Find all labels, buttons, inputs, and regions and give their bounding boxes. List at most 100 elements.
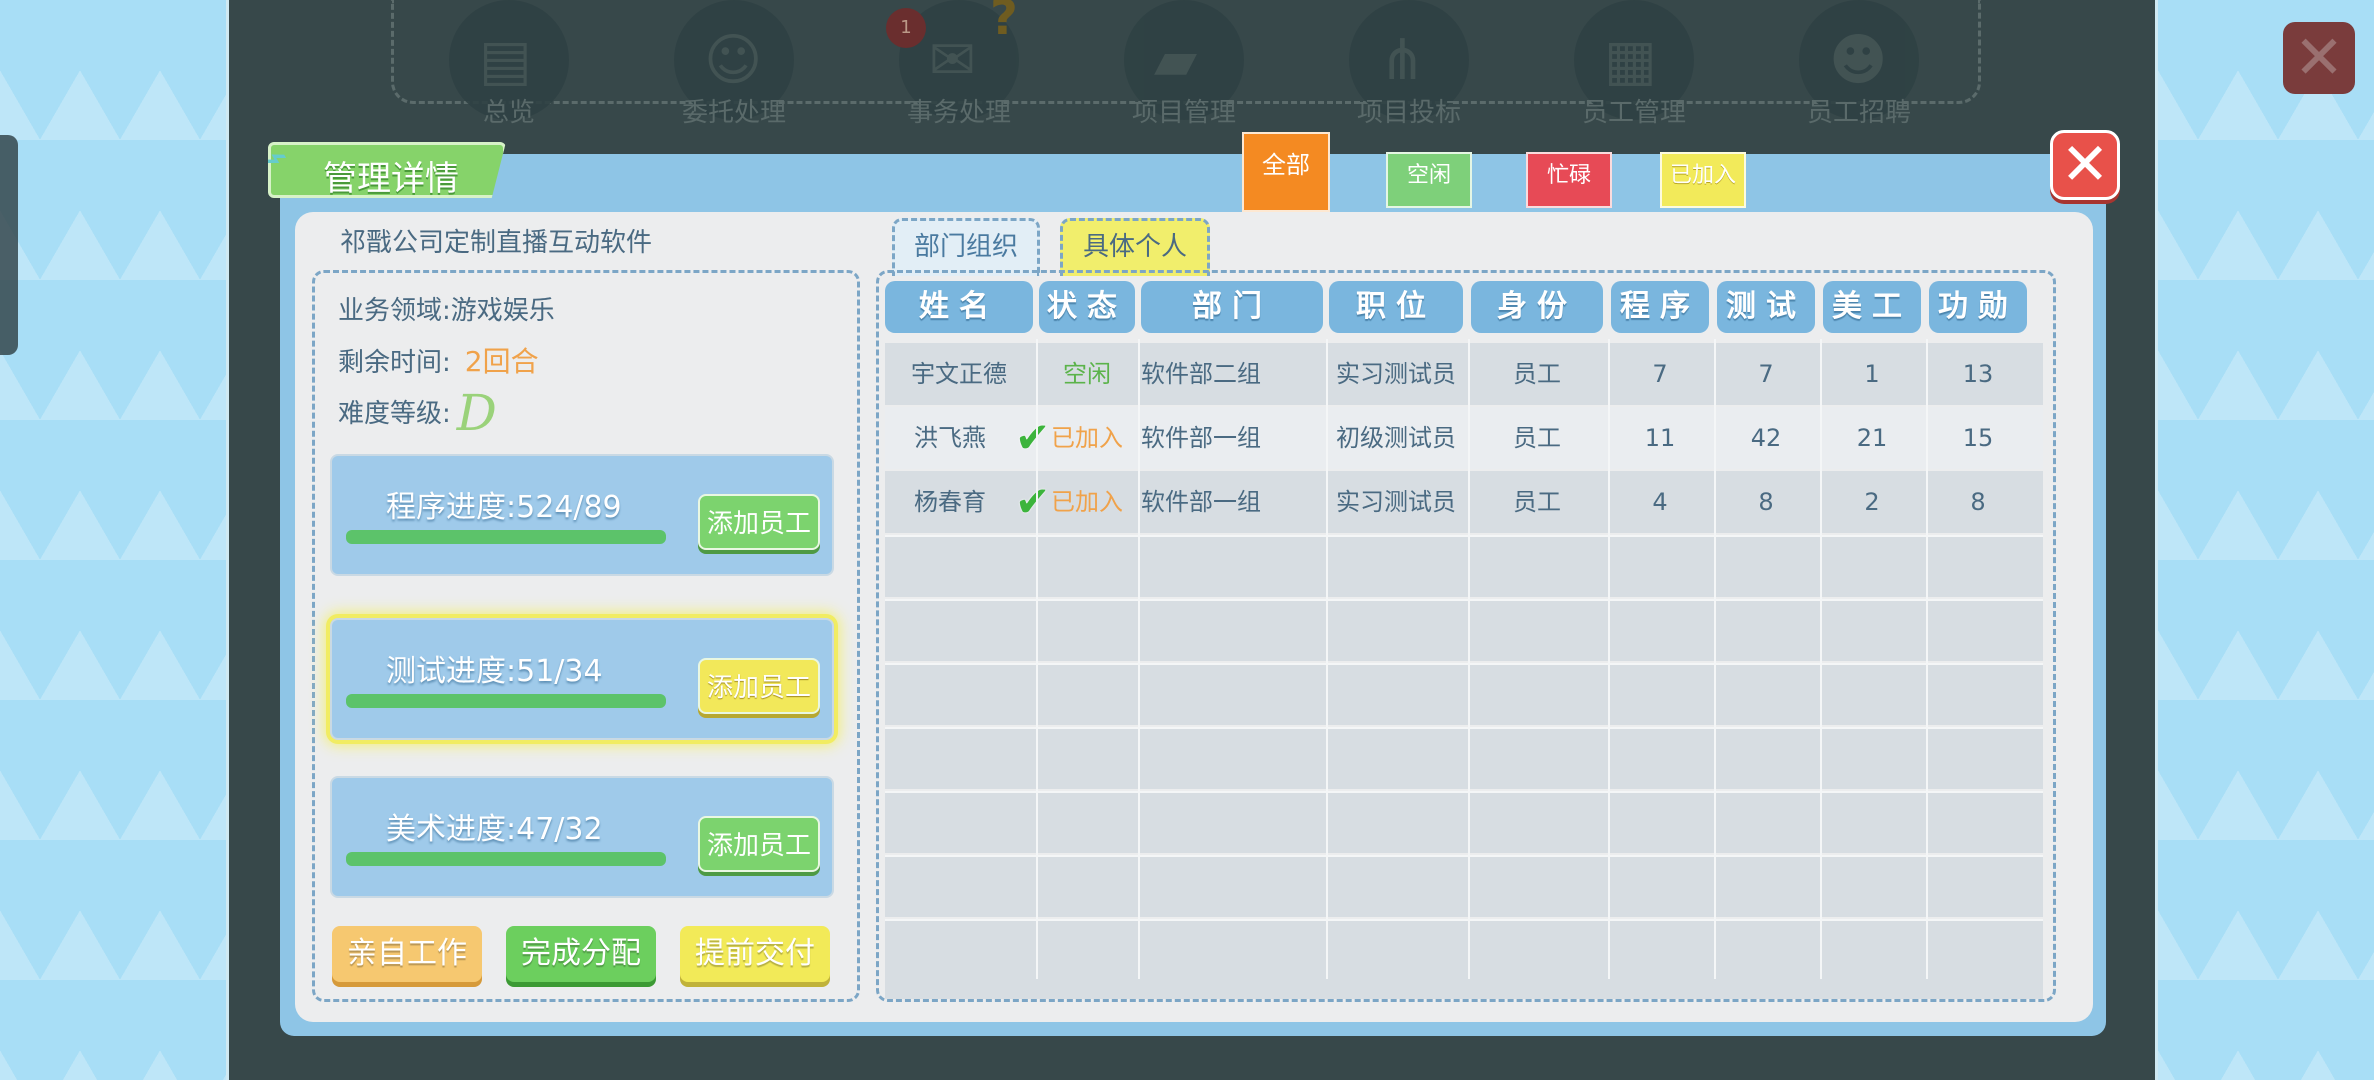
test-progress-label: 测试进度:51/34 bbox=[386, 654, 603, 689]
column-divider bbox=[1608, 339, 1610, 979]
cell-position: 初级测试员 bbox=[1336, 424, 1456, 452]
art-progress-label: 美术进度:47/32 bbox=[386, 812, 603, 847]
progress-fill bbox=[346, 530, 666, 544]
time-label: 剩余时间: bbox=[338, 348, 451, 378]
panel-title: 管理详情 bbox=[323, 159, 459, 199]
add-staff-program-button[interactable]: 添加员工 bbox=[698, 494, 820, 550]
cell-art: 2 bbox=[1864, 488, 1880, 516]
header-name: 姓名 bbox=[885, 281, 1033, 333]
header-art: 美工 bbox=[1823, 281, 1921, 333]
cell-merit: 8 bbox=[1970, 488, 1986, 516]
cell-dept: 软件部一组 bbox=[1141, 424, 1261, 452]
add-staff-art-button[interactable]: 添加员工 bbox=[698, 816, 820, 872]
empty-row bbox=[885, 919, 2043, 999]
table-row[interactable]: 洪飞燕 ✔ 已加入 软件部一组 初级测试员 员工 11 42 21 15 bbox=[885, 407, 2043, 469]
filter-joined[interactable]: 已加入 bbox=[1660, 152, 1746, 208]
grade-value: D bbox=[456, 384, 497, 442]
table-row[interactable]: 宇文正德 空闲 软件部二组 实习测试员 员工 7 7 1 13 bbox=[885, 343, 2043, 405]
nav-label: 总览 bbox=[482, 98, 535, 128]
test-progress-card: 测试进度:51/34 添加员工 bbox=[330, 618, 834, 740]
nav-overview[interactable]: ▤ 总览 bbox=[444, 0, 574, 128]
table-row[interactable]: 杨春育 ✔ 已加入 软件部一组 实习测试员 员工 4 8 2 8 bbox=[885, 471, 2043, 533]
header-position: 职位 bbox=[1329, 281, 1463, 333]
progress-fill bbox=[346, 852, 666, 866]
nav-project-management[interactable]: ▰ 项目管理 bbox=[1119, 0, 1249, 128]
top-nav: ▤ 总览 ☺ 委托处理 ✉ 事务处理 ▰ 项目管理 ⋔ 项目投标 ▦ 员工管理 … bbox=[391, 0, 1981, 128]
cell-status: 已加入 bbox=[1051, 488, 1123, 516]
filter-idle[interactable]: 空闲 bbox=[1386, 152, 1472, 208]
empty-row bbox=[885, 727, 2043, 789]
nav-bidding[interactable]: ⋔ 项目投标 bbox=[1344, 0, 1474, 128]
cell-program: 4 bbox=[1652, 488, 1668, 516]
grade-label: 难度等级: bbox=[338, 399, 451, 429]
cell-name: 洪飞燕 bbox=[914, 424, 986, 452]
art-progress-card: 美术进度:47/32 添加员工 bbox=[330, 776, 834, 898]
finish-assign-button[interactable]: 完成分配 bbox=[506, 926, 656, 982]
cell-dept: 软件部二组 bbox=[1141, 360, 1261, 388]
empty-row bbox=[885, 599, 2043, 661]
empty-row bbox=[885, 535, 2043, 597]
cell-merit: 15 bbox=[1962, 424, 1994, 452]
cell-identity: 员工 bbox=[1513, 488, 1561, 516]
filter-all[interactable]: 全部 bbox=[1242, 132, 1330, 212]
left-background bbox=[0, 0, 226, 1080]
art-progress-bar bbox=[346, 852, 666, 866]
field-label: 业务领域: bbox=[338, 296, 451, 326]
nav-label: 员工招聘 bbox=[1806, 98, 1911, 128]
close-icon: ✕ bbox=[2283, 22, 2355, 94]
header-identity: 身份 bbox=[1471, 281, 1603, 333]
nav-commission[interactable]: ☺ 委托处理 bbox=[669, 0, 799, 128]
side-handle[interactable] bbox=[0, 135, 18, 355]
test-progress-bar bbox=[346, 694, 666, 708]
self-work-button[interactable]: 亲自工作 bbox=[332, 926, 482, 982]
tab-individual[interactable]: 具体个人 bbox=[1060, 218, 1210, 276]
difficulty: 难度等级: D bbox=[338, 384, 497, 442]
column-divider bbox=[1036, 339, 1038, 979]
header-status: 状态 bbox=[1039, 281, 1135, 333]
staff-table: 姓名 状态 部门 职位 身份 程序 测试 美工 功勋 宇文正德 空闲 软件部二组… bbox=[876, 270, 2056, 1002]
filter-busy[interactable]: 忙碌 bbox=[1526, 152, 1612, 208]
cell-program: 11 bbox=[1644, 424, 1676, 452]
program-progress-card: 程序进度:524/89 添加员工 bbox=[330, 454, 834, 576]
cell-name: 杨春育 bbox=[914, 488, 986, 516]
column-divider bbox=[1714, 339, 1716, 979]
column-divider bbox=[1820, 339, 1822, 979]
project-name: 祁戬公司定制直播互动软件 bbox=[340, 228, 653, 258]
add-staff-test-button[interactable]: 添加员工 bbox=[698, 658, 820, 714]
close-button[interactable]: ✕ bbox=[2050, 130, 2120, 200]
program-progress-label: 程序进度:524/89 bbox=[386, 490, 622, 525]
business-field: 业务领域:游戏娱乐 bbox=[338, 290, 555, 327]
cell-program: 7 bbox=[1652, 360, 1668, 388]
column-divider bbox=[1326, 339, 1328, 979]
nav-recruit[interactable]: ☻ 员工招聘 bbox=[1794, 0, 1924, 128]
panel-title-tab: ⌁ 管理详情 bbox=[268, 142, 506, 198]
cell-test: 8 bbox=[1758, 488, 1774, 516]
cell-dept: 软件部一组 bbox=[1141, 488, 1261, 516]
tab-department[interactable]: 部门组织 bbox=[892, 218, 1040, 276]
empty-row bbox=[885, 663, 2043, 725]
nav-label: 项目管理 bbox=[1131, 98, 1236, 128]
cell-identity: 员工 bbox=[1513, 424, 1561, 452]
cell-name: 宇文正德 bbox=[911, 360, 1007, 388]
empty-row bbox=[885, 855, 2043, 917]
cell-identity: 员工 bbox=[1513, 360, 1561, 388]
question-icon: ? bbox=[990, 0, 1018, 46]
header-merit: 功勋 bbox=[1929, 281, 2027, 333]
nav-staff-management[interactable]: ▦ 员工管理 bbox=[1569, 0, 1699, 128]
early-deliver-button[interactable]: 提前交付 bbox=[680, 926, 830, 982]
header-test: 测试 bbox=[1717, 281, 1815, 333]
nav-label: 委托处理 bbox=[681, 98, 786, 128]
cell-position: 实习测试员 bbox=[1336, 488, 1456, 516]
right-background bbox=[2158, 0, 2374, 1080]
cell-art: 21 bbox=[1856, 424, 1888, 452]
time-value: 2回合 bbox=[464, 345, 539, 378]
progress-fill bbox=[346, 694, 666, 708]
cell-status: 已加入 bbox=[1051, 424, 1123, 452]
cell-test: 7 bbox=[1758, 360, 1774, 388]
nav-label: 事务处理 bbox=[906, 98, 1011, 128]
remaining-time: 剩余时间: 2回合 bbox=[338, 340, 539, 380]
column-divider bbox=[1138, 339, 1140, 979]
cell-position: 实习测试员 bbox=[1336, 360, 1456, 388]
program-progress-bar bbox=[346, 530, 666, 544]
header-program: 程序 bbox=[1611, 281, 1709, 333]
